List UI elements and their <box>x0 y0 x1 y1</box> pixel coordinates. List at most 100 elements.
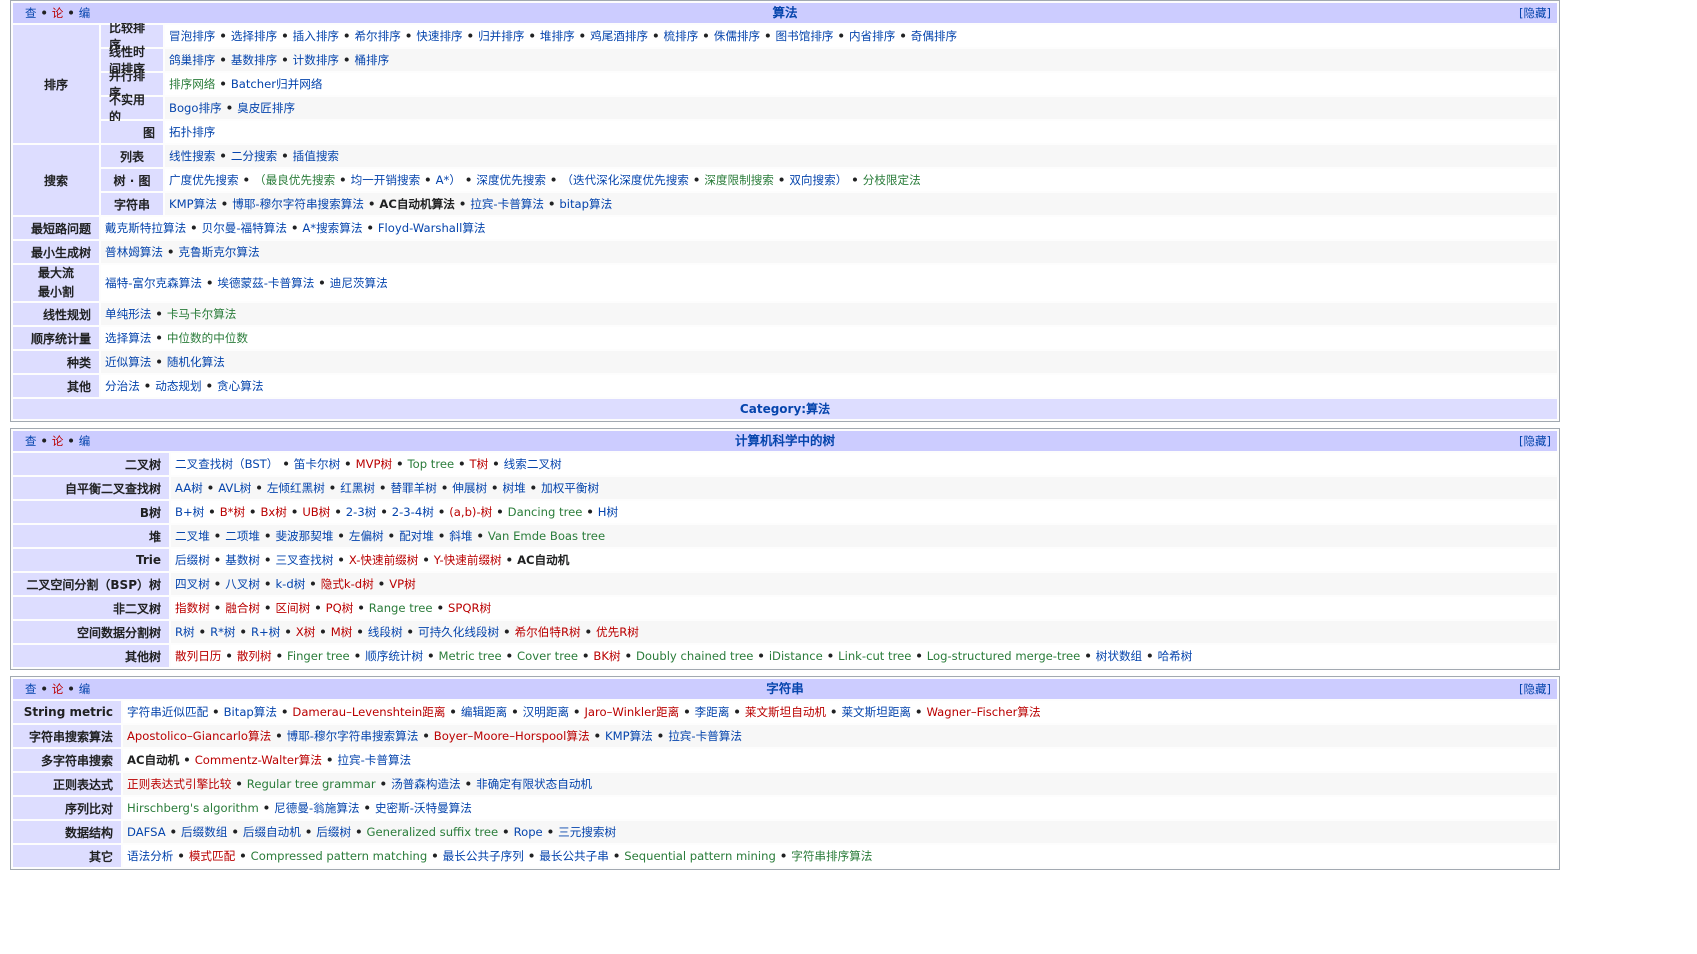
list-link[interactable]: AC自动机 <box>517 552 569 568</box>
list-link[interactable]: 希尔伯特R树 <box>515 624 581 640</box>
list-link[interactable]: 模式匹配 <box>189 848 235 864</box>
list-link[interactable]: 奇偶排序 <box>911 28 957 44</box>
list-link[interactable]: 斐波那契堆 <box>275 528 333 544</box>
list-link[interactable]: 内省排序 <box>849 28 895 44</box>
list-link[interactable]: 插值搜索 <box>293 148 339 164</box>
list-link[interactable]: Van Emde Boas tree <box>488 529 605 543</box>
list-link[interactable]: 线性搜索 <box>169 148 215 164</box>
discuss-link[interactable]: 论 <box>52 434 64 448</box>
list-link[interactable]: 哈希树 <box>1158 648 1193 664</box>
list-link[interactable]: M树 <box>331 624 353 640</box>
list-link[interactable]: A*搜索算法 <box>302 220 362 236</box>
list-link[interactable]: 优先R树 <box>596 624 639 640</box>
list-link[interactable]: X-快速前缀树 <box>349 552 419 568</box>
list-link[interactable]: 拉宾-卡普算法 <box>337 752 411 768</box>
list-link[interactable]: 三叉查找树 <box>275 552 333 568</box>
list-link[interactable]: 单纯形法 <box>105 306 151 322</box>
list-link[interactable]: 后缀自动机 <box>243 824 301 840</box>
list-link[interactable]: 拉宾-卡普算法 <box>668 728 742 744</box>
list-link[interactable]: 左倾红黑树 <box>267 480 325 496</box>
view-link[interactable]: 查 <box>25 434 37 448</box>
list-link[interactable]: 莱文斯坦自动机 <box>745 704 826 720</box>
list-link[interactable]: 汉明距离 <box>523 704 569 720</box>
list-link[interactable]: 后缀树 <box>316 824 351 840</box>
list-link[interactable]: Range tree <box>369 601 433 615</box>
list-link[interactable]: 字符串排序算法 <box>791 848 872 864</box>
list-link[interactable]: Commentz-Walter算法 <box>195 752 322 768</box>
list-link[interactable]: Compressed pattern matching <box>251 849 428 863</box>
list-link[interactable]: 莱文斯坦距离 <box>841 704 911 720</box>
list-link[interactable]: Damerau–Levenshtein距离 <box>292 704 445 720</box>
list-link[interactable]: 非确定有限状态自动机 <box>476 776 592 792</box>
list-link[interactable]: R*树 <box>210 624 235 640</box>
list-link[interactable]: 博耶-穆尔字符串搜索算法 <box>232 196 364 212</box>
list-link[interactable]: Wagner–Fischer算法 <box>926 704 1040 720</box>
view-link[interactable]: 查 <box>25 682 37 696</box>
list-link[interactable]: 贪心算法 <box>217 378 263 394</box>
list-link[interactable]: 计数排序 <box>293 52 339 68</box>
list-link[interactable]: KMP算法 <box>605 728 653 744</box>
list-link[interactable]: Generalized suffix tree <box>366 825 498 839</box>
list-link[interactable]: Cover tree <box>517 649 578 663</box>
list-link[interactable]: 博耶-穆尔字符串搜索算法 <box>287 728 419 744</box>
list-link[interactable]: 贝尔曼-福特算法 <box>202 220 287 236</box>
list-link[interactable]: 可持久化线段树 <box>418 624 499 640</box>
list-link[interactable]: iDistance <box>769 649 823 663</box>
view-link[interactable]: 查 <box>25 6 37 20</box>
list-link[interactable]: Bogo排序 <box>169 100 222 116</box>
list-link[interactable]: 区间树 <box>275 600 310 616</box>
list-link[interactable]: 中位数的中位数 <box>167 330 248 346</box>
list-link[interactable]: 后缀数组 <box>181 824 227 840</box>
list-link[interactable]: 图书馆排序 <box>776 28 834 44</box>
list-link[interactable]: T树 <box>470 456 489 472</box>
list-link[interactable]: VP树 <box>389 576 416 592</box>
list-link[interactable]: 线索二叉树 <box>504 456 562 472</box>
list-link[interactable]: Rope <box>514 825 543 839</box>
list-link[interactable]: B*树 <box>220 504 245 520</box>
list-link[interactable]: 配对堆 <box>399 528 434 544</box>
list-link[interactable]: 编辑距离 <box>461 704 507 720</box>
list-link[interactable]: 普林姆算法 <box>105 244 163 260</box>
list-link[interactable]: R树 <box>175 624 195 640</box>
category-footer[interactable]: Category:算法 <box>13 399 1557 419</box>
list-link[interactable]: Apostolico–Giancarlo算法 <box>127 728 271 744</box>
list-link[interactable]: 拓扑排序 <box>169 124 215 140</box>
list-link[interactable]: 梳排序 <box>664 28 699 44</box>
list-link[interactable]: Floyd-Warshall算法 <box>378 220 486 236</box>
list-link[interactable]: 分枝限定法 <box>863 172 921 188</box>
list-link[interactable]: 散列日历 <box>175 648 221 664</box>
list-link[interactable]: 迪尼茨算法 <box>330 275 388 291</box>
navbox-title[interactable]: 算法 <box>772 5 797 20</box>
list-link[interactable]: 近似算法 <box>105 354 151 370</box>
list-link[interactable]: 正则表达式引擎比较 <box>127 776 231 792</box>
list-link[interactable]: Finger tree <box>287 649 350 663</box>
list-link[interactable]: 字符串近似匹配 <box>127 704 208 720</box>
edit-link[interactable]: 编 <box>79 6 91 20</box>
list-link[interactable]: 随机化算法 <box>167 354 225 370</box>
list-link[interactable]: 二叉查找树（BST） <box>175 456 278 472</box>
list-link[interactable]: 最长公共子串 <box>539 848 609 864</box>
list-link[interactable]: 基数树 <box>225 552 260 568</box>
list-link[interactable]: 斜堆 <box>449 528 472 544</box>
list-link[interactable]: A*） <box>436 172 461 188</box>
list-link[interactable]: SPQR树 <box>448 600 491 616</box>
list-link[interactable]: DAFSA <box>127 825 166 839</box>
edit-link[interactable]: 编 <box>79 682 91 696</box>
list-link[interactable]: 语法分析 <box>127 848 173 864</box>
list-link[interactable]: 融合树 <box>225 600 260 616</box>
list-link[interactable]: AC自动机 <box>127 752 179 768</box>
list-link[interactable]: 加权平衡树 <box>541 480 599 496</box>
list-link[interactable]: 深度优先搜索 <box>476 172 546 188</box>
discuss-link[interactable]: 论 <box>52 6 64 20</box>
list-link[interactable]: 选择算法 <box>105 330 151 346</box>
list-link[interactable]: 二叉堆 <box>175 528 210 544</box>
list-link[interactable]: 尼德曼-翁施算法 <box>274 800 359 816</box>
list-link[interactable]: Y-快速前缀树 <box>434 552 502 568</box>
list-link[interactable]: Metric tree <box>439 649 502 663</box>
list-link[interactable]: Batcher归并网络 <box>231 76 323 92</box>
list-link[interactable]: 基数排序 <box>231 52 277 68</box>
list-link[interactable]: 动态规划 <box>155 378 201 394</box>
list-link[interactable]: 冒泡排序 <box>169 28 215 44</box>
list-link[interactable]: 均一开销搜索 <box>351 172 421 188</box>
list-link[interactable]: 指数树 <box>175 600 210 616</box>
